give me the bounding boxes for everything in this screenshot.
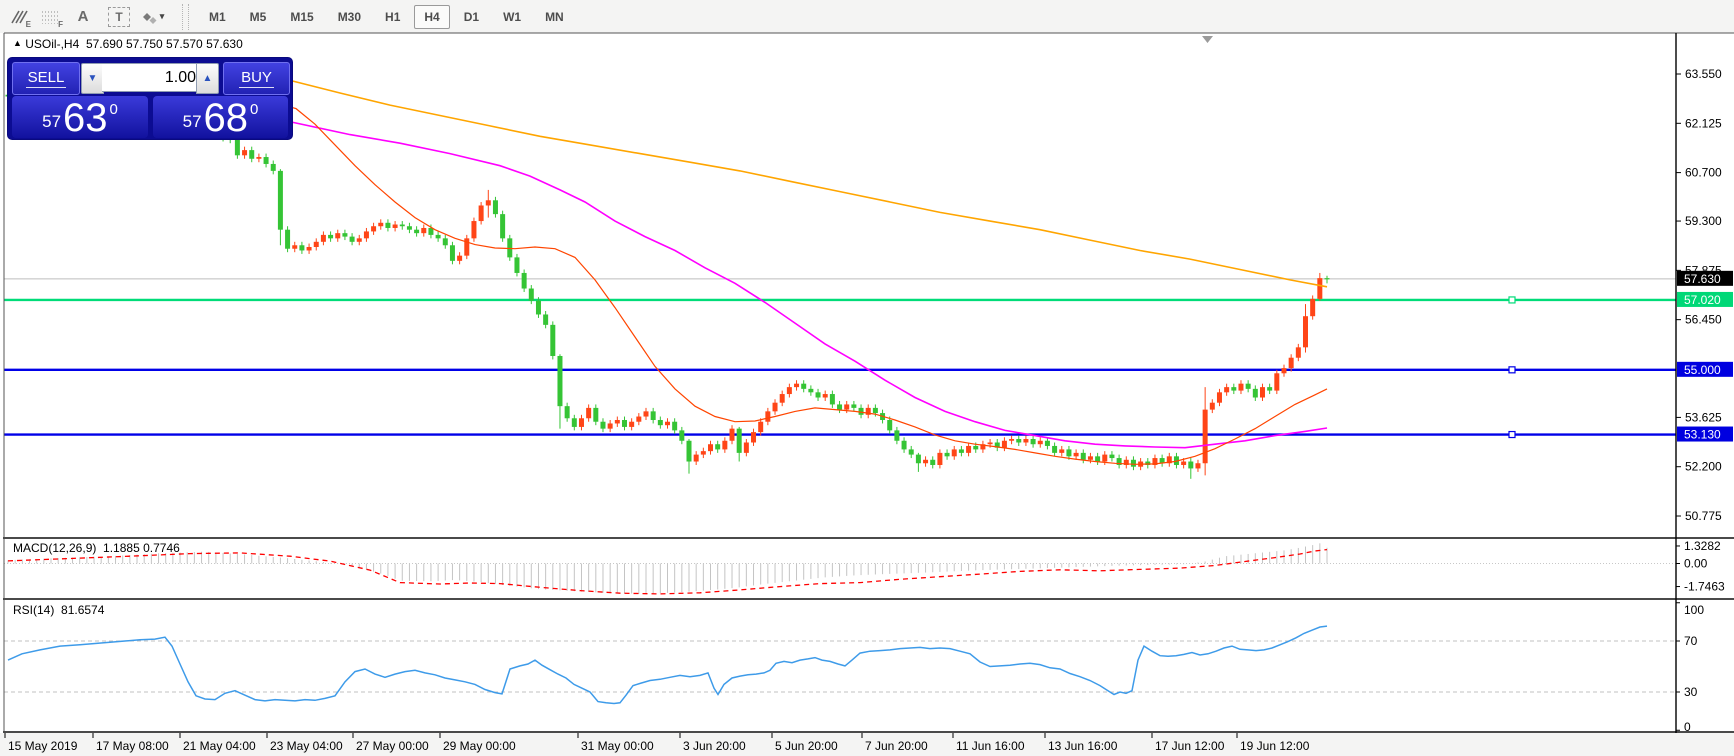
time-tick-label: 15 May 2019: [8, 739, 78, 753]
rsi-value: 81.6574: [61, 603, 105, 617]
buy-price-display[interactable]: 57 68 0: [153, 96, 288, 138]
hline-badge-55.000-text: 55.000: [1684, 363, 1721, 377]
volume-increase-button[interactable]: ▲: [196, 63, 219, 94]
hline-badge-57.020: 57.020: [1677, 291, 1733, 307]
bid-price-badge-text: 57.630: [1684, 272, 1721, 286]
symbol-period-label: USOil-,H4: [25, 37, 80, 51]
rsi-tick-label: 70: [1684, 634, 1698, 648]
rsi-tick-label: 100: [1684, 603, 1704, 617]
price-tick-label: 50.775: [1685, 509, 1722, 523]
hline-badge-53.130: 53.130: [1677, 426, 1733, 442]
macd-tick-label: 1.3282: [1684, 539, 1721, 553]
time-tick-label: 3 Jun 20:00: [683, 739, 746, 753]
volume-input[interactable]: [102, 63, 202, 92]
buy-price-handle: 57: [182, 112, 202, 131]
sell-price-big: 63: [63, 96, 108, 140]
time-tick-label: 27 May 00:00: [356, 739, 429, 753]
buy-button[interactable]: BUY: [223, 62, 290, 95]
collapse-arrow-icon[interactable]: ▲: [13, 38, 22, 48]
rsi-indicator-label: RSI(14) 81.6574: [13, 603, 104, 617]
buy-price-pip: 0: [250, 101, 259, 118]
macd-tick-label: 0.00: [1684, 557, 1708, 571]
price-tick-label: 60.700: [1685, 166, 1722, 180]
sell-price-pip: 0: [109, 101, 118, 118]
ohlc-quote-label: 57.690 57.750 57.570 57.630: [85, 37, 243, 51]
rsi-tick-label: 30: [1684, 685, 1698, 699]
price-tick-label: 56.450: [1685, 313, 1722, 327]
volume-decrease-button[interactable]: ▼: [81, 63, 104, 94]
price-tick-label: 53.625: [1685, 410, 1722, 424]
bid-price-badge: 57.630: [1677, 270, 1733, 286]
macd-name: MACD(12,26,9): [13, 541, 97, 555]
one-click-trading-panel: SELL ▼ ▲ BUY 57 63 0 57 68 0: [8, 58, 292, 139]
time-tick-label: 5 Jun 20:00: [775, 739, 838, 753]
time-tick-label: 29 May 00:00: [443, 739, 516, 753]
sell-price-handle: 57: [42, 112, 62, 131]
time-tick-label: 17 Jun 12:00: [1155, 739, 1225, 753]
macd-indicator-label: MACD(12,26,9) 1.1885 0.7746: [13, 541, 180, 555]
hline-badge-53.130-text: 53.130: [1684, 428, 1721, 442]
time-tick-label: 11 Jun 16:00: [956, 739, 1025, 753]
sell-button[interactable]: SELL: [12, 62, 80, 95]
mt4-window: { "toolbar": { "icons": [ {"name":"chart…: [0, 0, 1734, 756]
buy-price-big: 68: [203, 96, 249, 140]
rsi-name: RSI(14): [13, 603, 55, 617]
price-tick-label: 63.550: [1685, 67, 1722, 81]
time-tick-label: 23 May 04:00: [270, 739, 343, 753]
hline-badge-57.020-text: 57.020: [1684, 293, 1721, 307]
hline-handle[interactable]: [1508, 430, 1516, 439]
time-tick-label: 31 May 00:00: [581, 739, 654, 753]
macd-tick-label: -1.7463: [1684, 580, 1725, 594]
time-tick-label: 13 Jun 16:00: [1048, 739, 1118, 753]
macd-values: 1.1885 0.7746: [103, 541, 180, 555]
hline-handle[interactable]: [1508, 296, 1516, 304]
sell-price-display[interactable]: 57 63 0: [12, 96, 148, 138]
time-tick-label: 17 May 08:00: [96, 739, 169, 753]
rsi-tick-label: 0: [1684, 720, 1691, 734]
price-tick-label: 59.300: [1685, 214, 1722, 228]
price-tick-label: 52.200: [1685, 460, 1722, 474]
time-tick-label: 19 Jun 12:00: [1240, 739, 1310, 753]
price-tick-label: 62.125: [1685, 116, 1722, 130]
chart-title: ▲ USOil-,H4 57.690 57.750 57.570 57.630: [13, 37, 243, 51]
time-tick-label: 7 Jun 20:00: [865, 739, 928, 753]
pane-backgrounds: [0, 33, 1734, 756]
hline-badge-55.000: 55.000: [1677, 361, 1733, 377]
time-tick-label: 21 May 04:00: [183, 739, 256, 753]
hline-handle[interactable]: [1508, 366, 1516, 374]
